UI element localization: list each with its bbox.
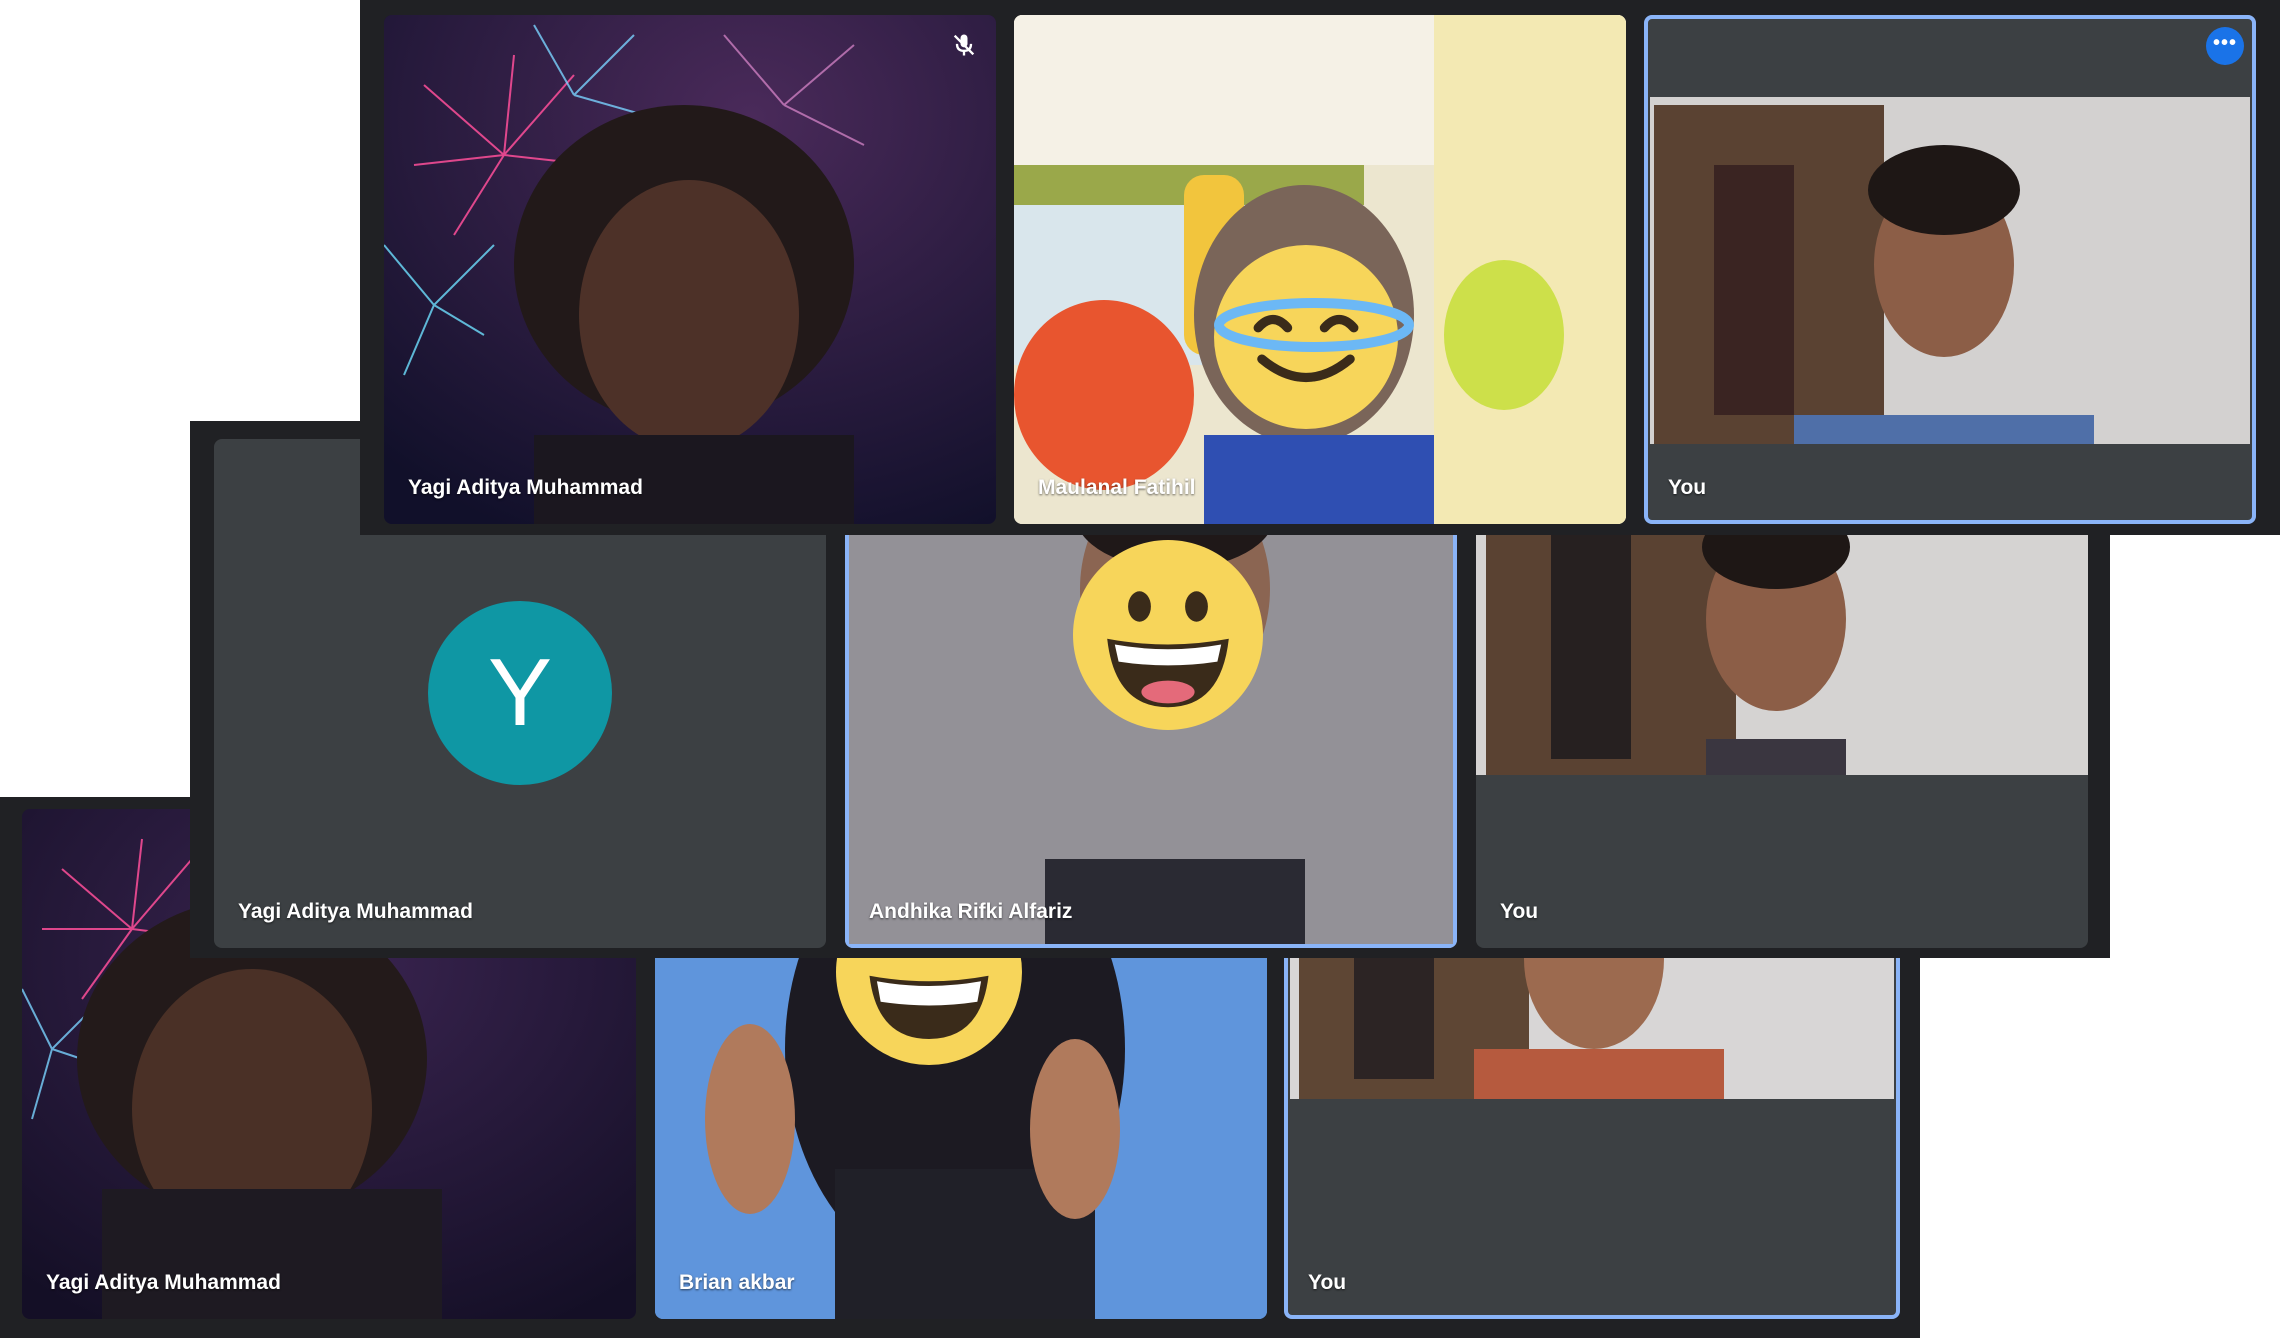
participant-tile[interactable]: Yagi Aditya Muhammad — [384, 15, 996, 524]
video-feed — [384, 15, 996, 524]
video-feed — [1650, 97, 2250, 444]
smiling-face-emoji — [1073, 540, 1263, 730]
more-options-icon: ••• — [2212, 32, 2237, 54]
more-options-button[interactable]: ••• — [2206, 27, 2244, 65]
participant-name: You — [1668, 476, 1707, 499]
participant-name: Yagi Aditya Muhammad — [408, 476, 643, 499]
participant-tile[interactable]: Maulanal Fatihil — [1014, 15, 1626, 524]
participant-name: Andhika Rifki Alfariz — [869, 900, 1073, 923]
participant-name: You — [1500, 900, 1539, 923]
participant-name: Yagi Aditya Muhammad — [238, 900, 473, 923]
participant-name: Yagi Aditya Muhammad — [46, 1271, 281, 1294]
participant-name: Maulanal Fatihil — [1038, 476, 1196, 499]
participant-name: Brian akbar — [679, 1271, 795, 1294]
meeting-screenshot-1: Yagi Aditya Muhammad Maulanal Fatihil ••… — [360, 0, 2280, 535]
halo-icon — [1214, 298, 1414, 352]
avatar: Y — [428, 601, 612, 785]
participant-tile[interactable]: ••• You — [1644, 15, 2256, 524]
participant-name: You — [1308, 1271, 1347, 1294]
microphone-muted-icon — [953, 34, 975, 56]
